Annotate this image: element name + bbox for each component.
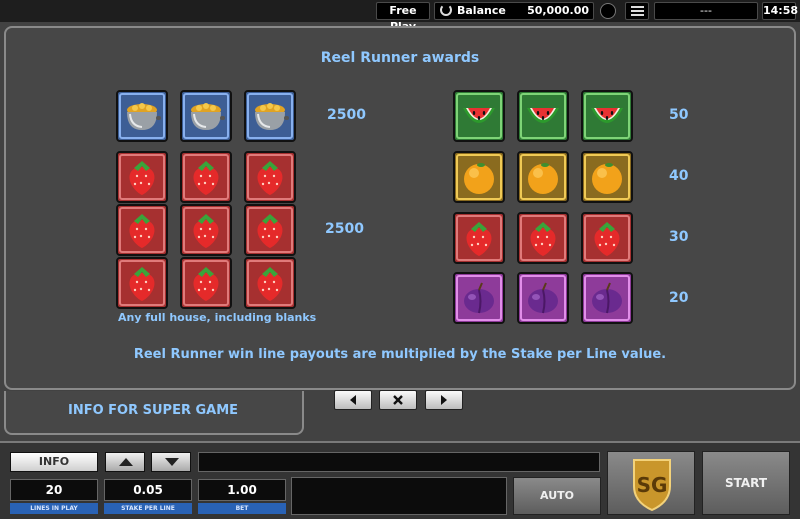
strawberry-symbol [180, 204, 232, 256]
strawberry-icon [193, 214, 219, 248]
message-bar [198, 452, 600, 472]
mode-indicator: Free Play [376, 2, 430, 33]
strawberry-symbol [116, 204, 168, 256]
strawberry-icon [257, 267, 283, 301]
paytable-message: Reel Runner win line payouts are multipl… [133, 347, 667, 362]
sound-toggle-icon[interactable] [600, 3, 616, 19]
strawberry-icon [129, 161, 155, 195]
strawberry-symbol [517, 212, 569, 264]
plum-symbol [453, 272, 505, 324]
pot-of-gold-icon [255, 103, 289, 130]
orange-icon [592, 163, 622, 194]
game-screen: Free Play Balance 50,000.00 --- 14:58 Re… [0, 0, 800, 519]
menu-line [631, 14, 644, 16]
strawberry-symbol [180, 151, 232, 203]
strawberry-symbol [116, 257, 168, 309]
payout-value: 40 [669, 168, 689, 184]
plum-icon [528, 282, 558, 314]
bet-label: BET [198, 503, 286, 514]
strawberry-symbol [244, 257, 296, 309]
stake-per-line-label: STAKE PER LINE [104, 503, 192, 514]
start-button[interactable]: START [702, 451, 790, 515]
orange-icon [528, 163, 558, 194]
triangle-right-icon [441, 395, 447, 405]
balance-value: 50,000.00 [527, 4, 589, 17]
triangle-left-icon [350, 395, 356, 405]
strawberry-symbol [581, 212, 633, 264]
pot-of-gold-icon [191, 103, 225, 130]
payout-value: 2500 [325, 221, 364, 237]
prev-page-button[interactable] [334, 390, 372, 410]
watermelon-icon [591, 108, 623, 123]
balance-display: Balance 50,000.00 [434, 2, 594, 20]
info-button[interactable]: INFO [10, 452, 98, 472]
menu-line [631, 10, 644, 12]
pot-of-gold-icon [127, 103, 161, 130]
strawberry-icon [257, 214, 283, 248]
watermelon-icon [527, 108, 559, 123]
orange-symbol [517, 151, 569, 203]
pot-of-gold-symbol [180, 90, 232, 142]
strawberry-icon [193, 161, 219, 195]
plum-icon [464, 282, 494, 314]
top-bar: Free Play Balance 50,000.00 --- 14:58 [0, 0, 800, 33]
strawberry-symbol [116, 151, 168, 203]
strawberry-symbol [244, 204, 296, 256]
payout-value: 2500 [327, 107, 366, 123]
menu-button[interactable] [625, 2, 649, 20]
watermelon-icon [463, 108, 495, 123]
orange-icon [464, 163, 494, 194]
win-display [291, 477, 507, 515]
strawberry-icon [530, 222, 556, 256]
pot-of-gold-symbol [116, 90, 168, 142]
super-game-logo-icon: SG [633, 459, 671, 512]
lines-in-play-label: LINES IN PLAY [10, 503, 98, 514]
arrow-down-icon [165, 458, 179, 466]
decrease-stake-button[interactable] [151, 452, 191, 472]
payout-value: 30 [669, 229, 689, 245]
strawberry-icon [193, 267, 219, 301]
lines-in-play-value: 20 [10, 479, 98, 501]
paytable-title: Reel Runner awards [320, 50, 480, 66]
clock: 14:58 [762, 2, 798, 20]
increase-stake-button[interactable] [105, 452, 145, 472]
game-info-tab: INFO FOR SUPER GAME [4, 391, 304, 435]
game-info-label: INFO FOR SUPER GAME [68, 403, 239, 418]
plum-symbol [517, 272, 569, 324]
status-display: --- [654, 2, 758, 20]
strawberry-symbol [453, 212, 505, 264]
bet-value: 1.00 [198, 479, 286, 501]
payout-value: 50 [669, 107, 689, 123]
arrow-up-icon [119, 458, 133, 466]
next-page-button[interactable] [425, 390, 463, 410]
payout-value: 20 [669, 290, 689, 306]
balance-label: Balance [457, 4, 506, 17]
strawberry-icon [466, 222, 492, 256]
auto-button[interactable]: AUTO [513, 477, 601, 515]
plum-symbol [581, 272, 633, 324]
strawberry-icon [257, 161, 283, 195]
watermelon-symbol [581, 90, 633, 142]
orange-symbol [453, 151, 505, 203]
stake-per-line-value: 0.05 [104, 479, 192, 501]
super-game-button[interactable]: SG [607, 451, 695, 515]
refresh-icon[interactable] [440, 4, 452, 16]
strawberry-icon [594, 222, 620, 256]
super-game-logo-text: SG [637, 473, 668, 497]
full-house-note: Any full house, including blanks [118, 311, 317, 324]
strawberry-icon [129, 214, 155, 248]
plum-icon [592, 282, 622, 314]
watermelon-symbol [517, 90, 569, 142]
watermelon-symbol [453, 90, 505, 142]
close-paytable-button[interactable] [379, 390, 417, 410]
strawberry-symbol [180, 257, 232, 309]
orange-symbol [581, 151, 633, 203]
strawberry-symbol [244, 151, 296, 203]
strawberry-icon [129, 267, 155, 301]
close-icon [393, 395, 403, 405]
pot-of-gold-symbol [244, 90, 296, 142]
menu-line [631, 6, 644, 8]
